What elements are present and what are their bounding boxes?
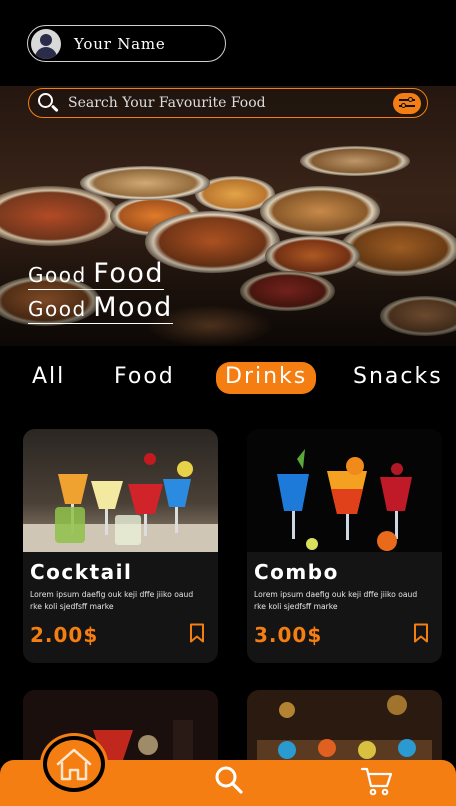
search-input[interactable]: Search Your Favourite Food	[68, 95, 393, 111]
combo-image	[247, 429, 442, 552]
product-card-cocktail[interactable]: Cocktail Lorem ipsum daefig ouk keji dff…	[23, 429, 218, 663]
search-bar[interactable]: Search Your Favourite Food	[28, 88, 428, 118]
hero-tagline-mood: Mood	[93, 292, 173, 323]
card-title: Combo	[254, 560, 339, 584]
cocktail-image	[23, 429, 218, 552]
tab-all[interactable]: All	[32, 362, 65, 394]
profile-pill[interactable]: Your Name	[27, 25, 226, 62]
cart-icon[interactable]	[360, 766, 394, 796]
tab-drinks[interactable]: Drinks	[216, 362, 317, 394]
category-tabs: All Food Drinks Snacks	[0, 362, 456, 394]
hero-tagline-good: Good	[28, 263, 87, 287]
card-title: Cocktail	[30, 560, 133, 584]
hero-tagline-good-2: Good	[28, 297, 87, 321]
card-description: Lorem ipsum daefig ouk keji dffe jiiko o…	[30, 590, 194, 611]
card-price: 3.00$	[254, 623, 323, 647]
hero-tagline-line1: Good Food	[28, 258, 165, 290]
product-card-combo[interactable]: Combo Lorem ipsum daefig ouk keji dffe j…	[247, 429, 442, 663]
avatar	[31, 28, 61, 59]
bookmark-icon[interactable]	[189, 623, 205, 643]
card-description: Lorem ipsum daefig ouk keji dffe jiiko o…	[254, 590, 418, 611]
tab-snacks[interactable]: Snacks	[353, 362, 443, 394]
home-button[interactable]	[43, 736, 105, 792]
search-icon	[37, 92, 59, 114]
search-icon[interactable]	[214, 765, 244, 795]
hero-tagline-food: Food	[93, 258, 165, 289]
bookmark-icon[interactable]	[413, 623, 429, 643]
home-icon	[56, 748, 92, 781]
tab-food[interactable]: Food	[114, 362, 175, 394]
filter-icon[interactable]	[393, 92, 421, 114]
card-price: 2.00$	[30, 623, 99, 647]
profile-name: Your Name	[74, 34, 166, 53]
hero-tagline-line2: Good Mood	[28, 294, 173, 324]
